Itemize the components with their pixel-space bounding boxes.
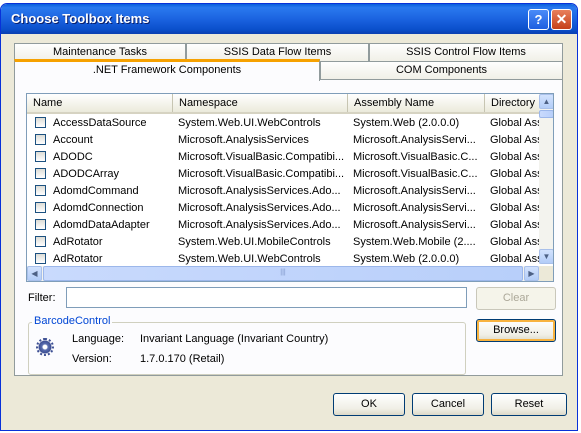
row-namespace: Microsoft.AnalysisServices.Ado...	[178, 219, 341, 231]
version-label: Version:	[72, 353, 112, 365]
row-directory: Global Ass	[490, 117, 539, 129]
row-directory: Global Ass	[490, 151, 539, 163]
components-list[interactable]: Name Namespace Assembly Name Directory A…	[26, 93, 554, 282]
row-directory: Global Ass	[490, 253, 539, 265]
row-name: AdomdCommand	[53, 185, 139, 197]
row-checkbox[interactable]	[35, 219, 46, 230]
reset-button[interactable]: Reset	[491, 393, 567, 416]
title-bar: Choose Toolbox Items ? ✕	[1, 4, 577, 34]
row-name: AdomdDataAdapter	[53, 219, 150, 231]
row-directory: Global Ass	[490, 202, 539, 214]
row-assembly: Microsoft.AnalysisServi...	[353, 202, 476, 214]
ok-button[interactable]: OK	[333, 393, 405, 416]
close-icon[interactable]: ✕	[551, 9, 572, 30]
row-name: AdRotator	[53, 253, 103, 265]
language-value: Invariant Language (Invariant Country)	[140, 333, 329, 345]
row-directory: Global Ass	[490, 134, 539, 146]
row-checkbox[interactable]	[35, 253, 46, 264]
list-item[interactable]: AdRotator System.Web.UI.MobileControls S…	[27, 233, 539, 250]
row-directory: Global Ass	[490, 168, 539, 180]
list-item[interactable]: AdRotator System.Web.UI.WebControls Syst…	[27, 250, 539, 267]
row-name: AdomdConnection	[53, 202, 144, 214]
scroll-down-icon[interactable]: ▼	[539, 249, 553, 264]
tab-net-framework-components[interactable]: .NET Framework Components	[14, 59, 320, 81]
row-assembly: Microsoft.AnalysisServi...	[353, 134, 476, 146]
list-item[interactable]: AdomdConnection Microsoft.AnalysisServic…	[27, 199, 539, 216]
help-icon[interactable]: ?	[528, 9, 549, 30]
language-label: Language:	[72, 333, 124, 345]
row-namespace: Microsoft.VisualBasic.Compatibi...	[178, 151, 345, 163]
details-group-title: BarcodeControl	[32, 315, 113, 327]
list-item[interactable]: Account Microsoft.AnalysisServices Micro…	[27, 131, 539, 148]
horizontal-scroll-thumb[interactable]: |||	[43, 266, 523, 281]
row-namespace: System.Web.UI.WebControls	[178, 117, 321, 129]
row-directory: Global Ass	[490, 236, 539, 248]
cancel-button[interactable]: Cancel	[412, 393, 484, 416]
row-namespace: Microsoft.AnalysisServices.Ado...	[178, 202, 341, 214]
scrollbar-corner	[539, 266, 553, 281]
row-checkbox[interactable]	[35, 134, 46, 145]
row-name: AdRotator	[53, 236, 103, 248]
row-checkbox[interactable]	[35, 151, 46, 162]
vertical-scrollbar[interactable]: ▲ ▼	[539, 94, 553, 264]
component-details-group	[28, 322, 466, 375]
row-checkbox[interactable]	[35, 168, 46, 179]
row-namespace: Microsoft.AnalysisServices.Ado...	[178, 185, 341, 197]
scroll-right-icon[interactable]: ▶	[524, 266, 539, 281]
dialog-title: Choose Toolbox Items	[11, 11, 150, 26]
scroll-left-icon[interactable]: ◀	[27, 266, 42, 281]
row-namespace: Microsoft.AnalysisServices	[178, 134, 309, 146]
row-assembly: Microsoft.VisualBasic.C...	[353, 168, 478, 180]
row-namespace: System.Web.UI.WebControls	[178, 253, 321, 265]
row-namespace: Microsoft.VisualBasic.Compatibi...	[178, 168, 345, 180]
gear-icon	[36, 338, 54, 356]
row-checkbox[interactable]	[35, 117, 46, 128]
list-item[interactable]: AdomdCommand Microsoft.AnalysisServices.…	[27, 182, 539, 199]
row-checkbox[interactable]	[35, 202, 46, 213]
vertical-scroll-thumb[interactable]	[539, 110, 553, 118]
browse-button[interactable]: Browse...	[476, 319, 556, 342]
row-assembly: Microsoft.AnalysisServi...	[353, 185, 476, 197]
list-item[interactable]: ADODC Microsoft.VisualBasic.Compatibi...…	[27, 148, 539, 165]
row-name: AccessDataSource	[53, 117, 147, 129]
scroll-up-icon[interactable]: ▲	[539, 94, 553, 109]
row-assembly: Microsoft.VisualBasic.C...	[353, 151, 478, 163]
column-header-namespace[interactable]: Namespace	[173, 94, 348, 112]
row-assembly: System.Web (2.0.0.0)	[353, 117, 460, 129]
clear-button[interactable]: Clear	[476, 287, 556, 310]
row-assembly: Microsoft.AnalysisServi...	[353, 219, 476, 231]
column-header-directory[interactable]: Directory	[485, 94, 541, 112]
list-item[interactable]: AdomdDataAdapter Microsoft.AnalysisServi…	[27, 216, 539, 233]
tab-com-components[interactable]: COM Components	[320, 61, 563, 80]
row-name: ADODCArray	[53, 168, 120, 180]
filter-input[interactable]	[66, 287, 467, 308]
list-item[interactable]: AccessDataSource System.Web.UI.WebContro…	[27, 114, 539, 131]
row-directory: Global Ass	[490, 185, 539, 197]
column-header-name[interactable]: Name	[27, 94, 173, 112]
version-value: 1.7.0.170 (Retail)	[140, 353, 225, 365]
horizontal-scrollbar[interactable]: ◀ ||| ▶	[27, 266, 539, 281]
list-header: Name Namespace Assembly Name Directory	[27, 94, 539, 114]
row-checkbox[interactable]	[35, 236, 46, 247]
row-checkbox[interactable]	[35, 185, 46, 196]
column-header-assembly-name[interactable]: Assembly Name	[348, 94, 485, 112]
tab-ssis-control-flow-items[interactable]: SSIS Control Flow Items	[369, 43, 563, 62]
row-name: ADODC	[53, 151, 93, 163]
row-name: Account	[53, 134, 93, 146]
filter-label: Filter:	[28, 292, 56, 304]
row-directory: Global Ass	[490, 219, 539, 231]
row-assembly: System.Web (2.0.0.0)	[353, 253, 460, 265]
row-namespace: System.Web.UI.MobileControls	[178, 236, 331, 248]
row-assembly: System.Web.Mobile (2....	[353, 236, 476, 248]
list-item[interactable]: ADODCArray Microsoft.VisualBasic.Compati…	[27, 165, 539, 182]
